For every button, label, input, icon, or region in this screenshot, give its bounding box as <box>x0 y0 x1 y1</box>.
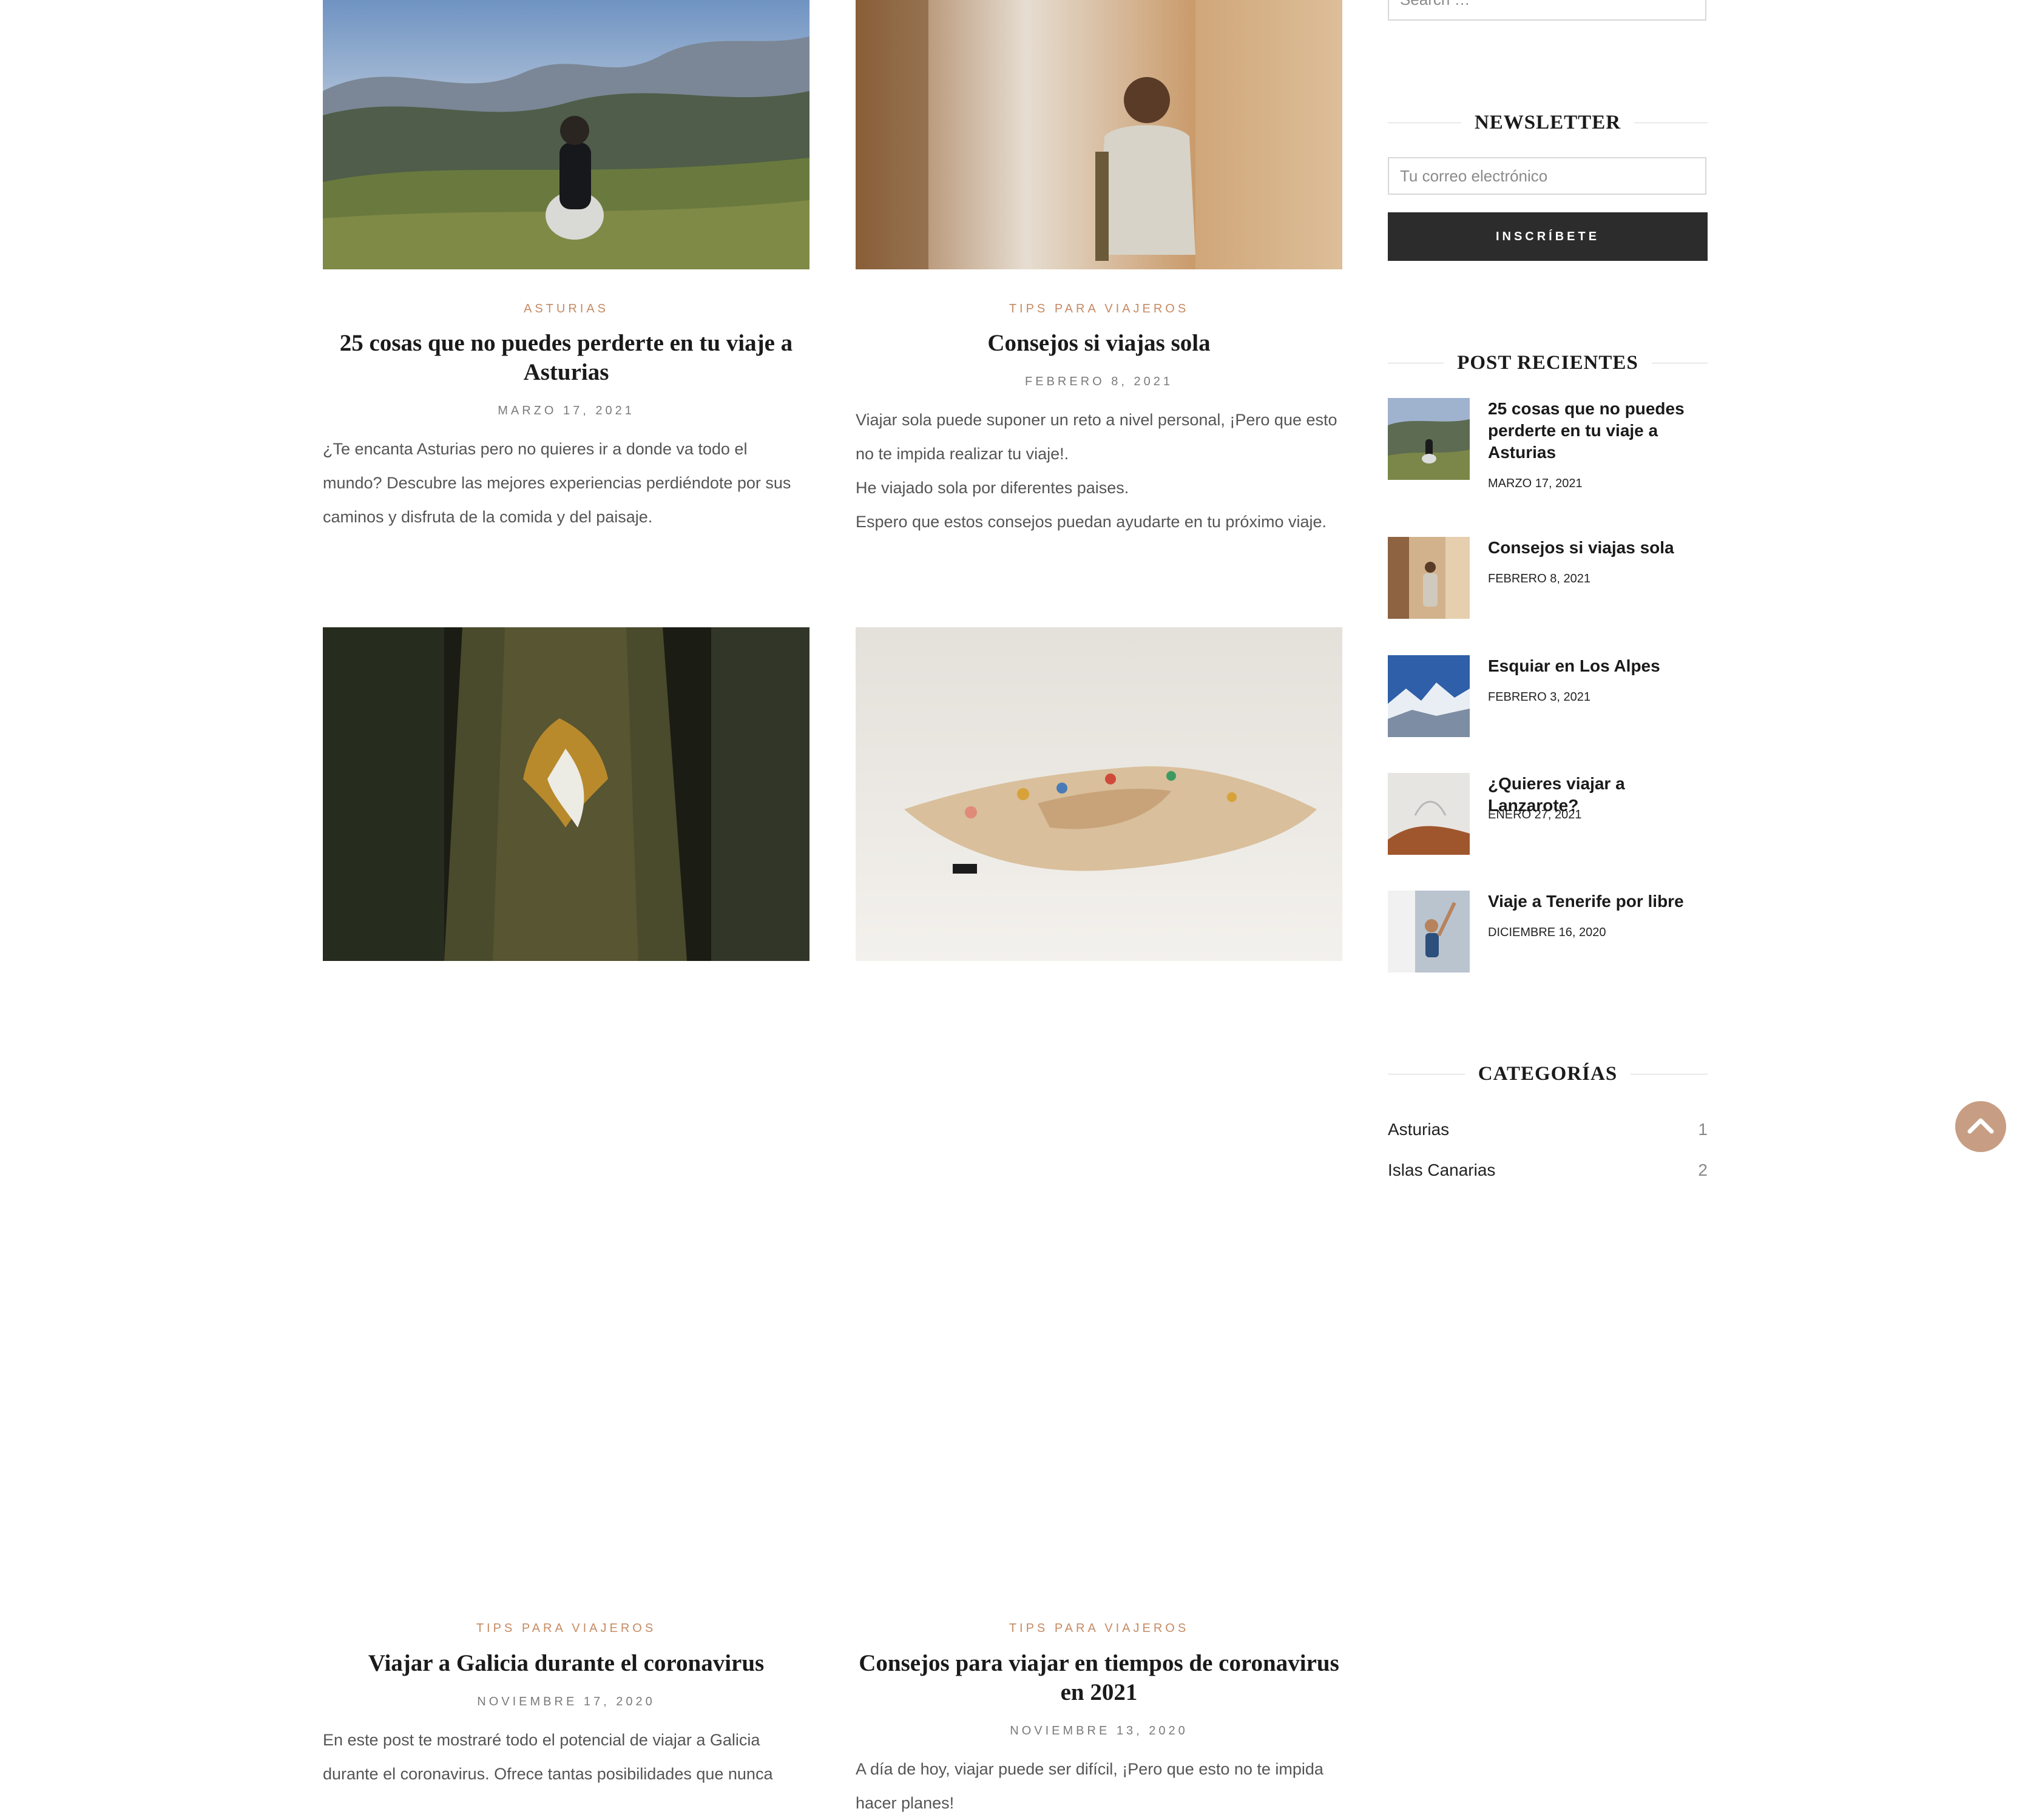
categories-title: CATEGORÍAS <box>1388 1062 1708 1086</box>
category-count: 1 <box>1698 1120 1708 1139</box>
category-name[interactable]: Islas Canarias <box>1388 1161 1495 1179</box>
category-name[interactable]: Asturias <box>1388 1120 1449 1139</box>
post-category[interactable]: ASTURIAS <box>323 302 810 316</box>
recent-post-item[interactable]: Consejos si viajas sola FEBRERO 8, 2021 <box>1388 537 1708 619</box>
recent-post-date: MARZO 17, 2021 <box>1488 477 1583 490</box>
recent-post-item[interactable]: Viaje a Tenerife por libre DICIEMBRE 16,… <box>1388 891 1708 972</box>
recent-post-thumbnail[interactable] <box>1388 655 1470 737</box>
back-to-top-button[interactable] <box>1955 1101 2006 1152</box>
excerpt-paragraph: He viajado sola por diferentes paises. <box>856 479 1129 497</box>
recent-post-title[interactable]: Viaje a Tenerife por libre <box>1488 891 1708 912</box>
post-title[interactable]: Consejos si viajas sola <box>856 329 1342 358</box>
post-category[interactable]: TIPS PARA VIAJEROS <box>856 302 1342 316</box>
post-date: FEBRERO 8, 2021 <box>1025 375 1173 388</box>
post-image[interactable] <box>323 0 810 269</box>
recent-post-thumbnail[interactable] <box>1388 773 1470 855</box>
post-excerpt: ¿Te encanta Asturias pero no quieres ir … <box>323 432 810 534</box>
excerpt-paragraph: A día de hoy, viajar puede ser difícil, … <box>856 1760 1323 1812</box>
post-title[interactable]: 25 cosas que no puedes perderte en tu vi… <box>323 329 810 387</box>
newsletter-title: NEWSLETTER <box>1388 110 1708 135</box>
excerpt-paragraph: En este post te mostraré todo el potenci… <box>323 1731 773 1783</box>
category-item[interactable]: Islas Canarias 2 <box>1388 1161 1708 1180</box>
excerpt-paragraph: ¿Te encanta Asturias pero no quieres ir … <box>323 440 791 526</box>
post-image[interactable] <box>856 0 1342 269</box>
excerpt-paragraph: Espero que estos consejos puedan ayudart… <box>856 513 1327 531</box>
post-excerpt: A día de hoy, viajar puede ser difícil, … <box>856 1752 1342 1820</box>
recent-post-date: DICIEMBRE 16, 2020 <box>1488 926 1606 939</box>
recent-post-thumbnail[interactable] <box>1388 537 1470 619</box>
recent-post-item[interactable]: 25 cosas que no puedes perderte en tu vi… <box>1388 398 1708 490</box>
post-category[interactable]: TIPS PARA VIAJEROS <box>323 1622 810 1636</box>
recent-post-item[interactable]: Esquiar en Los Alpes FEBRERO 3, 2021 <box>1388 655 1708 737</box>
recent-post-title[interactable]: Esquiar en Los Alpes <box>1488 655 1708 677</box>
recent-post-date: FEBRERO 3, 2021 <box>1488 690 1590 704</box>
recent-post-thumbnail[interactable] <box>1388 398 1470 480</box>
recent-post-title[interactable]: Consejos si viajas sola <box>1488 537 1708 559</box>
chevron-up-icon <box>1967 1118 1994 1134</box>
post-excerpt: Viajar sola puede suponer un reto a nive… <box>856 403 1342 539</box>
post-excerpt: En este post te mostraré todo el potenci… <box>323 1723 810 1791</box>
post-title[interactable]: Viajar a Galicia durante el coronavirus <box>323 1649 810 1678</box>
recent-post-title[interactable]: 25 cosas que no puedes perderte en tu vi… <box>1488 398 1708 463</box>
recent-post-thumbnail[interactable] <box>1388 891 1470 972</box>
post-image[interactable] <box>323 627 810 961</box>
post-date: MARZO 17, 2021 <box>498 404 635 417</box>
category-item[interactable]: Asturias 1 <box>1388 1120 1708 1139</box>
recent-post-item[interactable]: ¿Quieres viajar a Lanzarote? ENERO 27, 2… <box>1388 773 1708 855</box>
recent-post-date: ENERO 27, 2021 <box>1488 808 1582 821</box>
category-count: 2 <box>1698 1161 1708 1179</box>
recent-post-date: FEBRERO 8, 2021 <box>1488 572 1590 585</box>
search-input[interactable]: Search … <box>1388 0 1706 21</box>
post-image[interactable] <box>856 627 1342 961</box>
post-date: NOVIEMBRE 17, 2020 <box>477 1695 655 1708</box>
post-date: NOVIEMBRE 13, 2020 <box>1010 1724 1188 1737</box>
post-category[interactable]: TIPS PARA VIAJEROS <box>856 1622 1342 1636</box>
recent-posts-title: POST RECIENTES <box>1388 351 1708 375</box>
excerpt-paragraph: Viajar sola puede suponer un reto a nive… <box>856 411 1337 463</box>
newsletter-email-field[interactable]: Tu correo electrónico <box>1388 157 1706 195</box>
subscribe-button[interactable]: INSCRÍBETE <box>1388 212 1708 261</box>
post-title[interactable]: Consejos para viajar en tiempos de coron… <box>856 1649 1342 1707</box>
